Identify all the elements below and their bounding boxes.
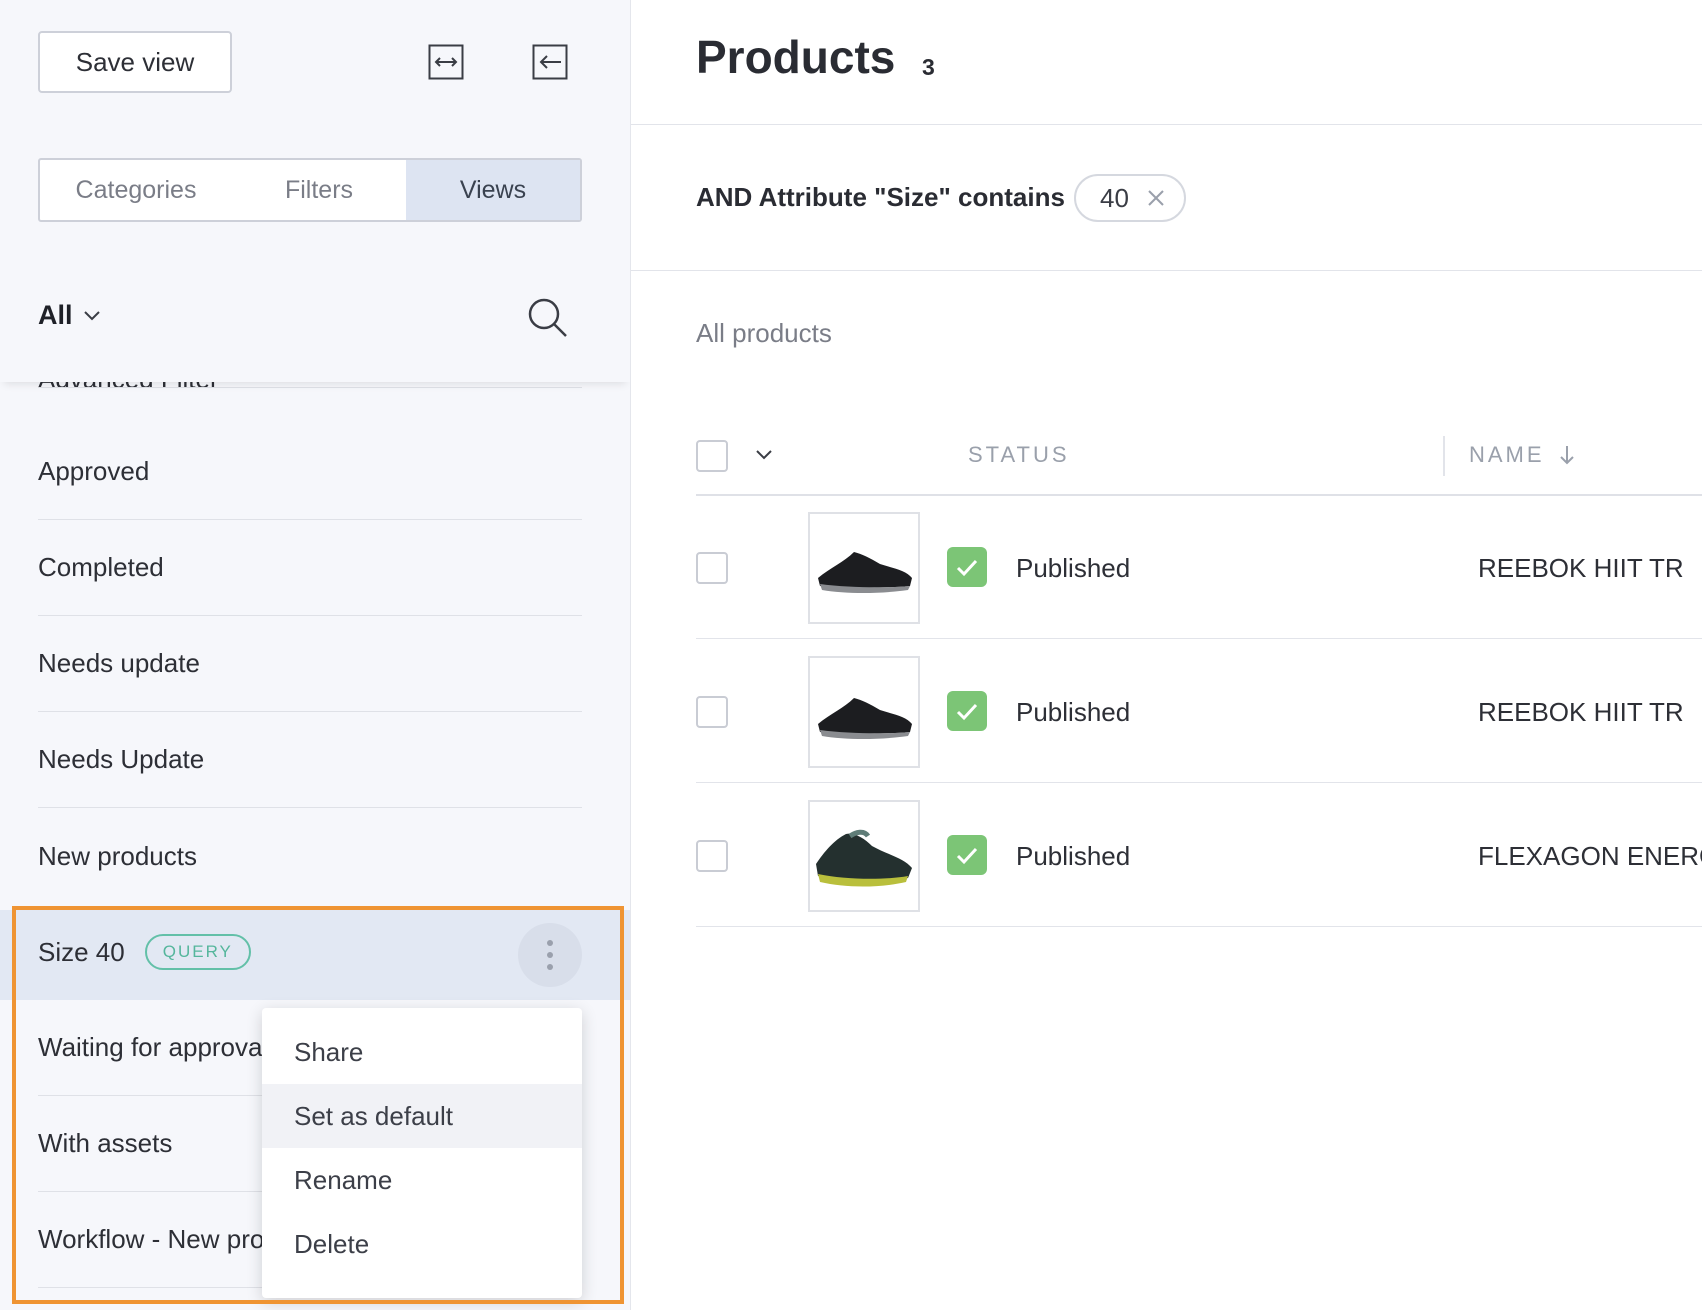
- product-name: REEBOK HIIT TR: [1478, 553, 1684, 583]
- menu-item-rename[interactable]: Rename: [262, 1148, 582, 1212]
- row-checkbox[interactable]: [696, 840, 728, 872]
- view-item-label: Needs Update: [38, 744, 205, 774]
- save-view-button[interactable]: Save view: [38, 31, 232, 93]
- filter-description: AND Attribute "Size" contains: [696, 182, 1065, 212]
- tab-views[interactable]: Views: [406, 160, 580, 220]
- divider: [631, 124, 1702, 125]
- sneaker-image: [818, 698, 912, 739]
- dot-icon: [547, 940, 553, 946]
- column-header-name[interactable]: NAME: [1469, 442, 1575, 468]
- dot-icon: [547, 964, 553, 970]
- view-item-completed[interactable]: Completed: [38, 520, 582, 616]
- column-separator: [1443, 436, 1445, 476]
- row-divider: [696, 782, 1702, 783]
- view-item-approved[interactable]: Approved: [38, 424, 582, 520]
- column-header-status[interactable]: STATUS: [968, 442, 1070, 468]
- expand-horizontal-icon: [428, 44, 464, 80]
- select-all-checkbox[interactable]: [696, 440, 728, 472]
- product-thumbnail: [808, 800, 920, 912]
- dot-icon: [547, 952, 553, 958]
- row-checkbox[interactable]: [696, 552, 728, 584]
- view-context-menu: Share Set as default Rename Delete: [262, 1008, 582, 1298]
- view-item-label: With assets: [38, 1128, 173, 1158]
- sidebar-header: Save view Categories Filters Views All: [0, 0, 630, 382]
- collapse-sidebar-button[interactable]: [532, 44, 568, 80]
- published-check-icon: [947, 547, 987, 587]
- page-title: Products: [696, 31, 896, 83]
- view-item-needs-update-2[interactable]: Needs Update: [38, 712, 582, 808]
- status-text: Published: [1016, 553, 1131, 583]
- column-header-name-label: NAME: [1469, 442, 1545, 467]
- product-thumbnail: [808, 656, 920, 768]
- status-text: Published: [1016, 841, 1131, 871]
- published-check-icon: [947, 691, 987, 731]
- divider: [631, 270, 1702, 271]
- scope-label: All: [38, 300, 73, 330]
- row-divider: [696, 926, 1702, 927]
- filter-chip: 40: [1074, 174, 1186, 222]
- menu-item-delete[interactable]: Delete: [262, 1212, 582, 1276]
- more-options-button[interactable]: [518, 923, 582, 987]
- status-text: Published: [1016, 697, 1131, 727]
- view-item-new-products[interactable]: New products: [38, 808, 582, 904]
- view-item-label: Completed: [38, 552, 164, 582]
- product-list-title: All products: [696, 318, 832, 348]
- table-header-divider: [696, 494, 1702, 496]
- chevron-down-icon[interactable]: [755, 449, 773, 461]
- view-item-needs-update[interactable]: Needs update: [38, 616, 582, 712]
- product-name: REEBOK HIIT TR: [1478, 697, 1684, 727]
- sneaker-image: [818, 552, 912, 593]
- view-item-label: Needs update: [38, 648, 200, 678]
- menu-item-set-as-default[interactable]: Set as default: [262, 1084, 582, 1148]
- filter-chip-value: 40: [1100, 182, 1129, 213]
- expand-width-button[interactable]: [428, 44, 464, 80]
- view-item-label: Approved: [38, 456, 150, 486]
- view-item-label: Waiting for approval: [38, 1032, 269, 1062]
- menu-item-share[interactable]: Share: [262, 1020, 582, 1084]
- tab-filters[interactable]: Filters: [232, 160, 406, 220]
- close-icon[interactable]: [1147, 189, 1165, 207]
- product-name: FLEXAGON ENERGY: [1478, 841, 1702, 871]
- product-count: 3: [922, 54, 935, 80]
- published-check-icon: [947, 835, 987, 875]
- arrow-down-icon: [1559, 446, 1574, 465]
- view-item-size-40[interactable]: Size 40 QUERY: [38, 904, 582, 1000]
- view-item-label: Size 40: [38, 936, 125, 967]
- row-checkbox[interactable]: [696, 696, 728, 728]
- chevron-down-icon: [83, 310, 100, 320]
- query-badge: QUERY: [144, 934, 251, 970]
- main-content: Products 3 AND Attribute "Size" contains…: [631, 0, 1702, 1310]
- tab-categories[interactable]: Categories: [40, 160, 232, 220]
- scope-dropdown[interactable]: All: [38, 300, 101, 331]
- row-divider: [696, 638, 1702, 639]
- product-thumbnail: [808, 512, 920, 624]
- sidebar-tabs: Categories Filters Views: [38, 158, 582, 222]
- sneaker-image: [816, 829, 912, 887]
- collapse-left-icon: [532, 44, 568, 80]
- view-item-label: New products: [38, 840, 197, 871]
- sidebar: Advanced Filter Approved Completed Needs…: [0, 0, 631, 1310]
- search-icon[interactable]: [526, 296, 570, 340]
